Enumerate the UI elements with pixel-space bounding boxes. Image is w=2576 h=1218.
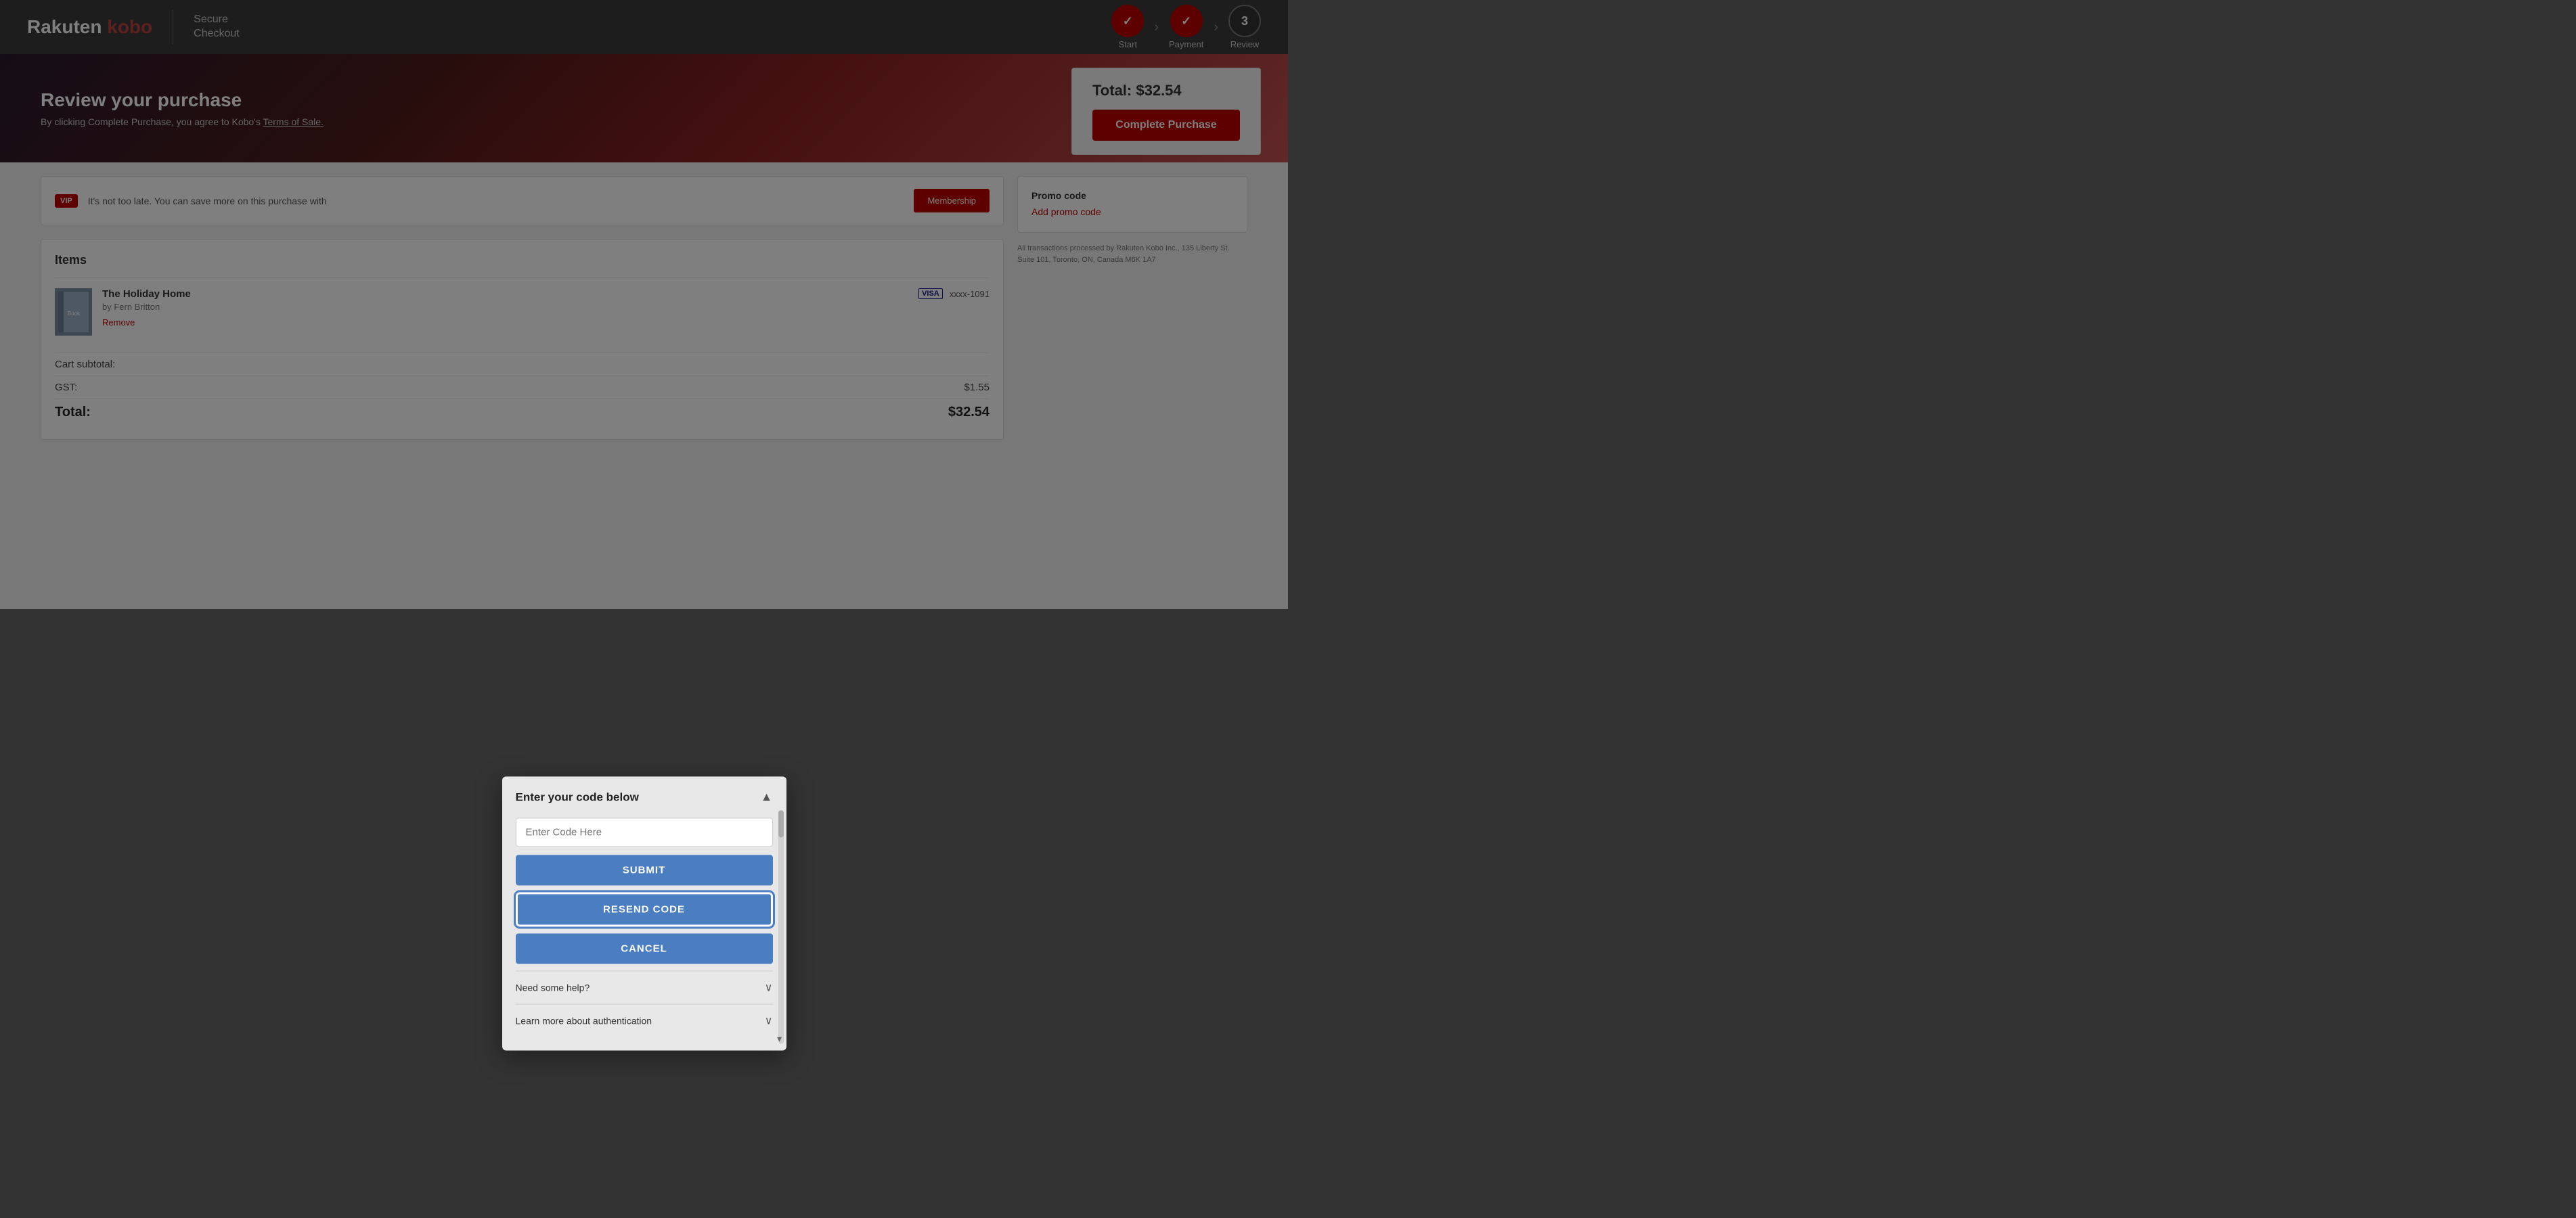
auth-accordion-header[interactable]: Learn more about authentication ∨ bbox=[516, 1014, 773, 1028]
modal-scrollbar-thumb[interactable] bbox=[778, 811, 784, 838]
help-chevron-icon: ∨ bbox=[765, 981, 773, 995]
resend-code-button[interactable]: RESEND CODE bbox=[516, 893, 773, 927]
modal-scroll-down-icon: ▼ bbox=[776, 1035, 784, 1044]
authentication-modal: Enter your code below ▲ SUBMIT RESEND CO… bbox=[502, 777, 786, 1051]
modal-scrollbar[interactable]: ▼ bbox=[778, 811, 784, 1044]
modal-header: Enter your code below ▲ bbox=[502, 777, 786, 811]
help-label: Need some help? bbox=[516, 983, 590, 993]
modal-overlay[interactable] bbox=[0, 0, 2576, 1218]
help-accordion-header[interactable]: Need some help? ∨ bbox=[516, 981, 773, 995]
auth-label: Learn more about authentication bbox=[516, 1016, 652, 1027]
modal-scroll-up-button[interactable]: ▲ bbox=[761, 790, 773, 805]
code-input[interactable] bbox=[516, 818, 773, 847]
auth-accordion[interactable]: Learn more about authentication ∨ bbox=[516, 1004, 773, 1037]
modal-title: Enter your code below bbox=[516, 790, 639, 804]
modal-body: SUBMIT RESEND CODE CANCEL Need some help… bbox=[502, 811, 786, 1051]
submit-button[interactable]: SUBMIT bbox=[516, 855, 773, 886]
auth-chevron-icon: ∨ bbox=[765, 1014, 773, 1028]
help-accordion[interactable]: Need some help? ∨ bbox=[516, 971, 773, 1004]
cancel-button[interactable]: CANCEL bbox=[516, 934, 773, 964]
